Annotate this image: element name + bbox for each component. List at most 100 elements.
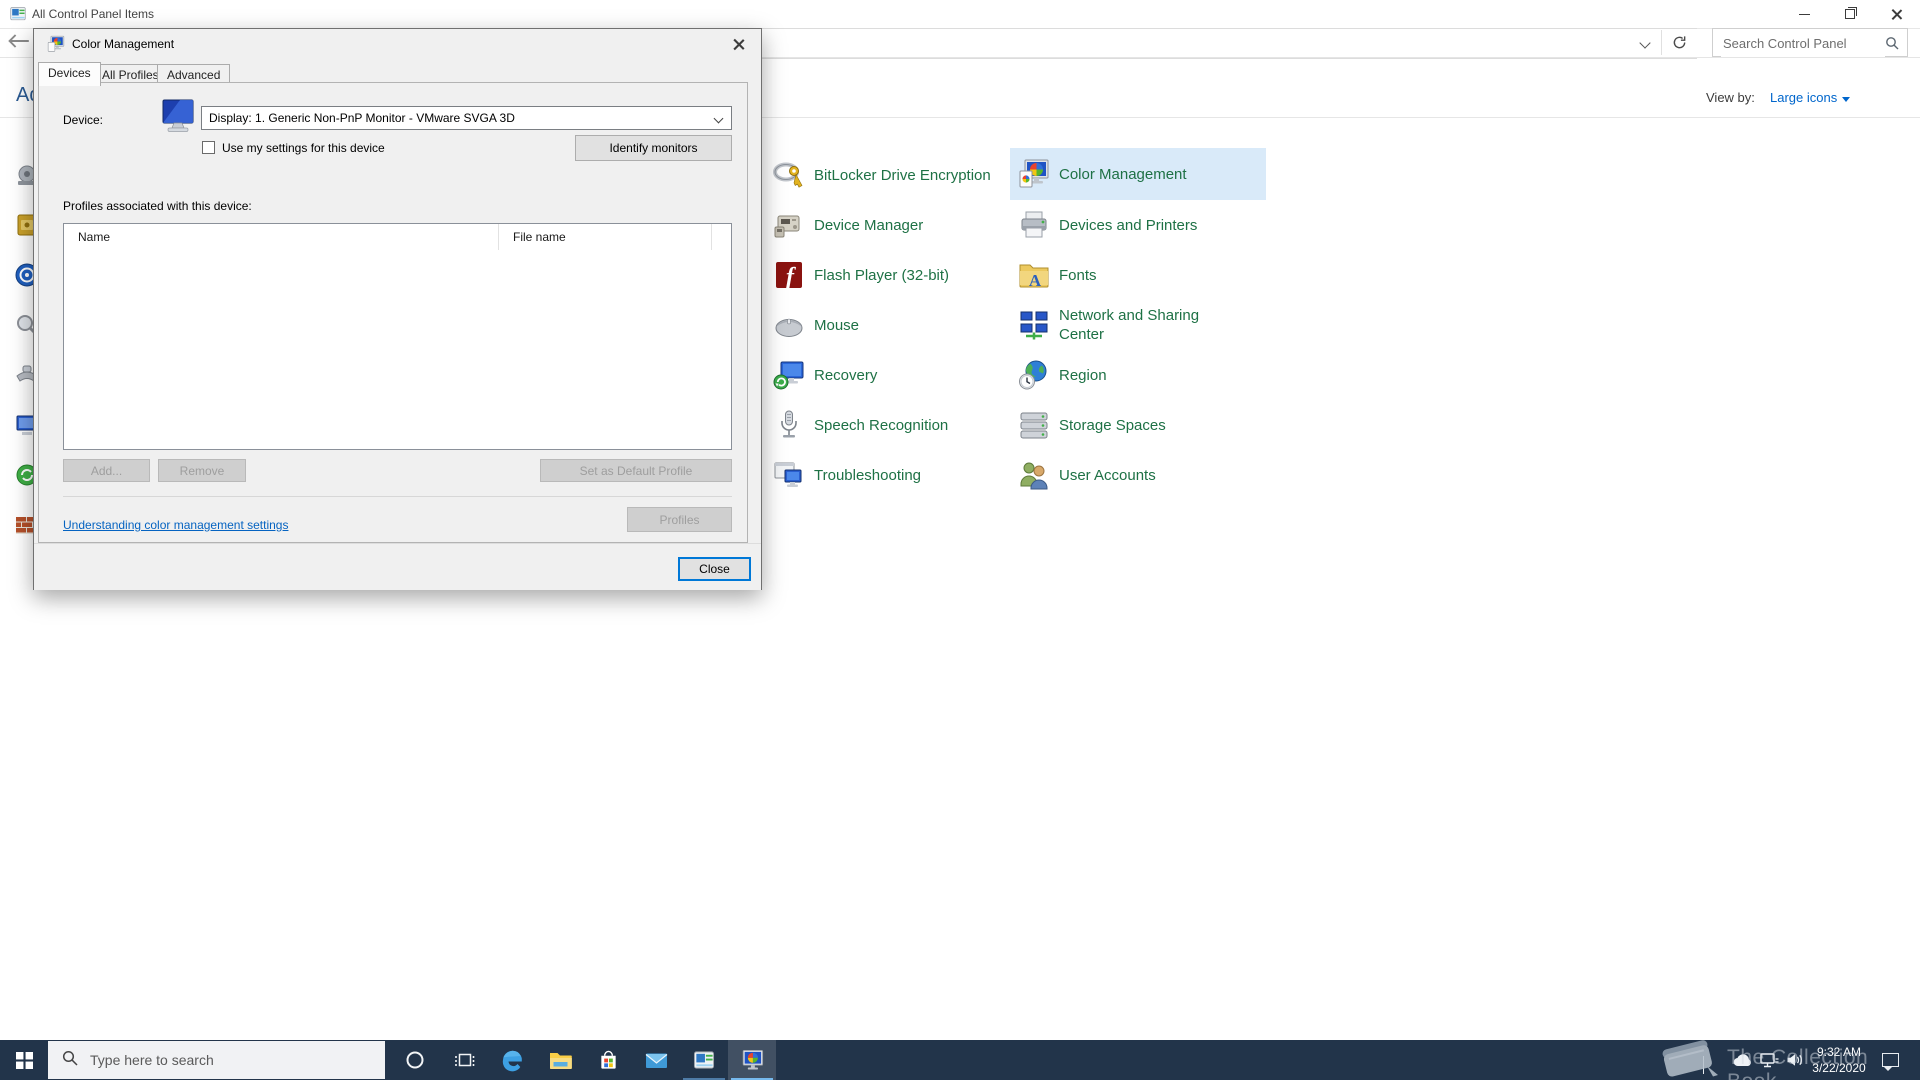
taskbar: 9:32 AM 3/22/2020 (0, 1040, 1920, 1080)
close-window-button[interactable] (1872, 0, 1920, 28)
close-button[interactable]: Close (678, 557, 751, 581)
start-button[interactable] (0, 1040, 48, 1080)
back-button[interactable] (6, 32, 30, 55)
recovery-icon (773, 361, 804, 390)
cp-item-label: Device Manager (814, 216, 924, 234)
bitlocker-icon (773, 162, 803, 188)
file-explorer-icon (549, 1052, 572, 1069)
view-by-value: Large icons (1770, 90, 1838, 105)
column-header-file-name[interactable]: File name (499, 224, 712, 250)
task-view-icon (454, 1053, 474, 1067)
tray-expand-button[interactable] (1703, 1056, 1704, 1074)
cp-item-label: Recovery (814, 366, 878, 384)
cp-item-color-management[interactable]: Color Management (1010, 148, 1266, 200)
cp-item-device-manager[interactable]: Device Manager (765, 199, 1009, 251)
file-explorer-button[interactable] (536, 1040, 584, 1080)
network-tray-icon[interactable] (1760, 1053, 1779, 1073)
color-management-icon (1019, 159, 1049, 188)
window-title: All Control Panel Items (32, 7, 155, 21)
use-settings-label: Use my settings for this device (222, 141, 385, 155)
onedrive-tray-icon[interactable] (1733, 1053, 1753, 1072)
cp-item-troubleshooting[interactable]: Troubleshooting (765, 449, 1009, 501)
chevron-down-icon (1638, 36, 1651, 49)
mail-icon (645, 1053, 667, 1068)
column-header-name[interactable]: Name (64, 224, 499, 250)
dialog-close-button[interactable] (716, 29, 761, 59)
refresh-icon (1673, 36, 1686, 49)
profiles-list[interactable]: Name File name (63, 223, 732, 450)
mail-button[interactable] (632, 1040, 680, 1080)
taskbar-search[interactable] (48, 1041, 385, 1079)
task-view-button[interactable] (440, 1040, 488, 1080)
cp-item-label: Flash Player (32-bit) (814, 266, 950, 284)
view-by-selector[interactable]: Large icons (1770, 90, 1851, 105)
cp-item-region[interactable]: Region (1010, 349, 1266, 401)
color-management-icon (742, 1049, 763, 1069)
cp-item-mouse[interactable]: Mouse (765, 299, 1009, 351)
identify-monitors-button[interactable]: Identify monitors (575, 135, 732, 161)
desktop: All Control Panel Items Adjust your comp… (0, 0, 1920, 1080)
caret-down-icon (1842, 97, 1851, 102)
search-input[interactable] (1721, 30, 1885, 57)
store-button[interactable] (584, 1040, 632, 1080)
taskbar-search-input[interactable] (88, 1051, 342, 1069)
cp-item-storage-spaces[interactable]: Storage Spaces (1010, 399, 1266, 451)
close-icon (1890, 8, 1903, 21)
flash-player-icon: f (776, 262, 802, 290)
profiles-button[interactable]: Profiles (627, 507, 732, 532)
search-icon (62, 1050, 78, 1071)
refresh-button[interactable] (1662, 28, 1697, 57)
action-center-icon (1882, 1053, 1899, 1071)
dialog-title: Color Management (72, 37, 175, 51)
search-icon (1885, 36, 1899, 55)
cp-item-label: BitLocker Drive Encryption (814, 166, 991, 184)
restore-icon (1844, 7, 1857, 19)
cp-item-devices-printers[interactable]: Devices and Printers (1010, 199, 1266, 251)
storage-spaces-icon (1020, 412, 1048, 439)
cp-item-label: Network and Sharing Center (1059, 307, 1200, 343)
edge-button[interactable] (488, 1040, 536, 1080)
set-default-profile-button[interactable]: Set as Default Profile (540, 459, 732, 482)
profiles-list-label: Profiles associated with this device: (63, 199, 252, 213)
cp-item-network-sharing[interactable]: Network and Sharing Center (1010, 299, 1266, 351)
restore-button[interactable] (1827, 0, 1872, 28)
taskbar-control-panel-button[interactable] (680, 1040, 728, 1080)
cp-item-label: Speech Recognition (814, 416, 949, 434)
edge-icon (502, 1050, 522, 1072)
add-button[interactable]: Add... (63, 459, 150, 482)
cp-item-label: Devices and Printers (1059, 216, 1198, 234)
taskbar-clock[interactable]: 9:32 AM 3/22/2020 (1808, 1044, 1870, 1076)
device-dropdown[interactable]: Display: 1. Generic Non-PnP Monitor - VM… (201, 106, 732, 130)
address-dropdown-button[interactable] (1628, 28, 1661, 57)
monitor-icon (159, 98, 197, 139)
cp-item-flash-player[interactable]: f Flash Player (32-bit) (765, 249, 1009, 301)
remove-button[interactable]: Remove (158, 459, 246, 482)
close-icon (732, 37, 746, 51)
device-label: Device: (63, 113, 104, 127)
cp-item-fonts[interactable]: A Fonts (1010, 249, 1266, 301)
volume-tray-icon[interactable] (1786, 1053, 1804, 1072)
device-dropdown-value: Display: 1. Generic Non-PnP Monitor - VM… (209, 111, 515, 125)
speech-recognition-icon (781, 410, 797, 438)
control-panel-search[interactable] (1712, 28, 1908, 57)
printer-icon (1021, 211, 1047, 238)
use-settings-checkbox[interactable] (202, 141, 215, 154)
cp-item-label: Mouse (814, 316, 860, 334)
control-panel-window-icon (10, 6, 26, 27)
cp-item-bitlocker[interactable]: BitLocker Drive Encryption (765, 149, 1009, 201)
troubleshooting-icon (774, 462, 802, 487)
cp-item-recovery[interactable]: Recovery (765, 349, 1009, 401)
cortana-button[interactable] (391, 1040, 439, 1080)
minimize-button[interactable] (1782, 0, 1827, 28)
cp-item-user-accounts[interactable]: User Accounts (1010, 449, 1266, 501)
action-center-button[interactable] (1882, 1053, 1899, 1071)
windows-start-icon (15, 1051, 33, 1069)
understanding-color-management-link[interactable]: Understanding color management settings (63, 518, 288, 532)
tab-devices[interactable]: Devices (38, 62, 101, 86)
taskbar-color-management-button[interactable] (728, 1040, 776, 1080)
clock-date: 3/22/2020 (1812, 1061, 1866, 1075)
list-header: Name File name (64, 224, 731, 250)
cp-item-speech-recognition[interactable]: Speech Recognition (765, 399, 1009, 451)
dialog-titlebar[interactable]: Color Management (34, 29, 761, 59)
minimize-icon (1799, 13, 1810, 15)
